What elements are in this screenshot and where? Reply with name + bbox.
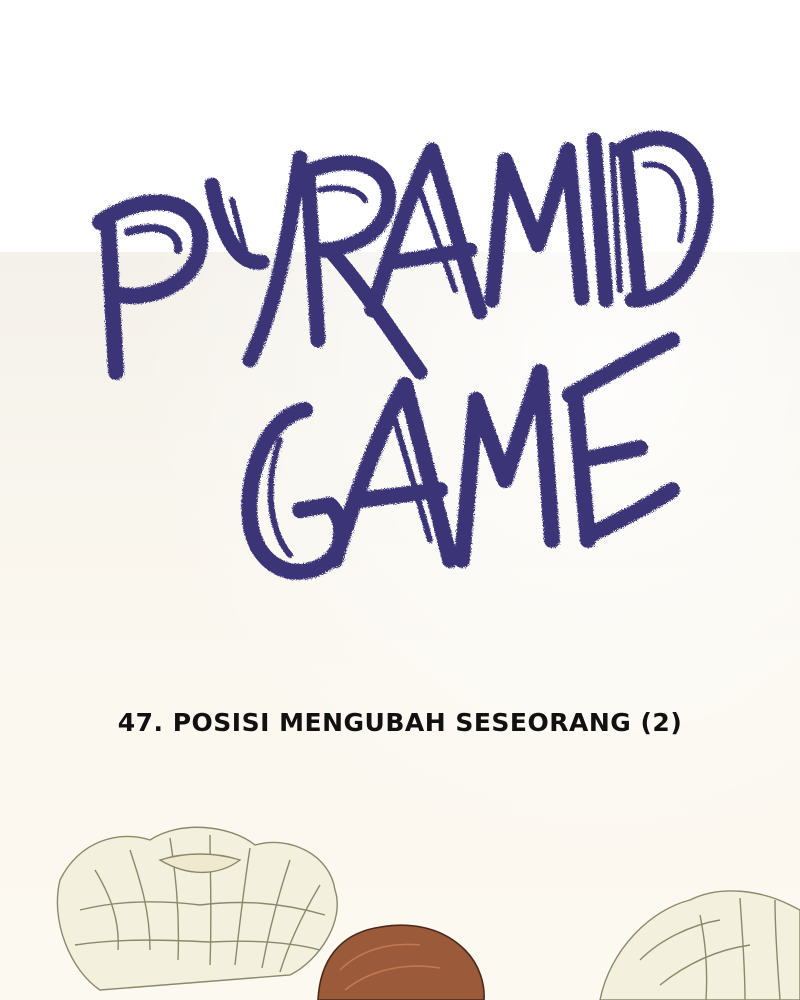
logo-letter-g <box>241 402 350 580</box>
logo-letter-p <box>92 194 209 380</box>
pyramid-game-logo <box>92 130 714 580</box>
chrysanthemum-left <box>56 826 338 991</box>
character-head <box>317 924 485 1000</box>
logo-letter-i <box>586 132 623 308</box>
flower-illustration <box>56 826 800 1000</box>
logo-letter-m2 <box>454 364 560 568</box>
logo-letter-y <box>204 150 308 368</box>
chapter-title: 47. POSISI MENGUBAH SESEORANG (2) <box>117 708 683 737</box>
logo-letter-m <box>484 142 590 308</box>
chrysanthemum-right <box>599 890 800 1000</box>
logo-letter-a2 <box>327 377 458 568</box>
logo-letter-e <box>562 332 680 548</box>
logo-letter-d <box>612 130 714 308</box>
comic-page: 47. POSISI MENGUBAH SESEORANG (2) <box>0 0 800 1000</box>
